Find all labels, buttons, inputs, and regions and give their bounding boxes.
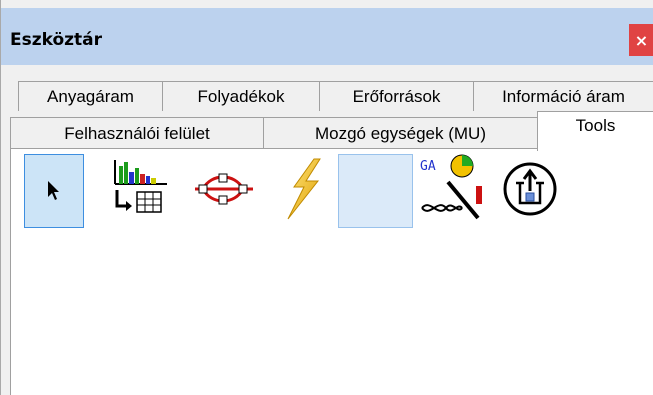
upload-tool[interactable] [498, 154, 562, 228]
tab-anyagaram[interactable]: Anyagáram [18, 81, 163, 111]
tab-mozgo-egysegek[interactable]: Mozgó egységek (MU) [263, 117, 538, 149]
pointer-arrow-icon [44, 175, 64, 207]
network-tool[interactable] [189, 154, 259, 228]
tab-felhasznaloi-felulet[interactable]: Felhasználói felület [10, 117, 264, 149]
empty-tool-slot[interactable] [338, 154, 413, 228]
ga-label: GA [420, 159, 436, 174]
tab-eroforrasok[interactable]: Erőforrások [319, 81, 474, 111]
ga-tool[interactable]: GA [418, 154, 488, 228]
chart-table-tool[interactable] [109, 154, 171, 228]
tab-folyadekok[interactable]: Folyadékok [162, 81, 320, 111]
pointer-tool[interactable] [24, 154, 84, 228]
close-button[interactable]: × [629, 24, 653, 56]
genetic-algorithm-icon: GA [418, 152, 488, 230]
bar-chart-table-icon [109, 154, 171, 228]
tab-tools[interactable]: Tools [537, 111, 653, 151]
window-title: Eszköztár [10, 30, 103, 50]
network-diagram-icon [189, 159, 259, 223]
toolbar-window: Eszköztár × Anyagáram Folyadékok Erőforr… [0, 0, 653, 395]
lightning-tool[interactable] [273, 154, 333, 228]
upload-circle-icon [500, 159, 560, 223]
tab-informacio-aram[interactable]: Információ áram [473, 81, 653, 111]
title-bar[interactable]: Eszköztár [1, 8, 653, 65]
lightning-icon [280, 157, 326, 225]
